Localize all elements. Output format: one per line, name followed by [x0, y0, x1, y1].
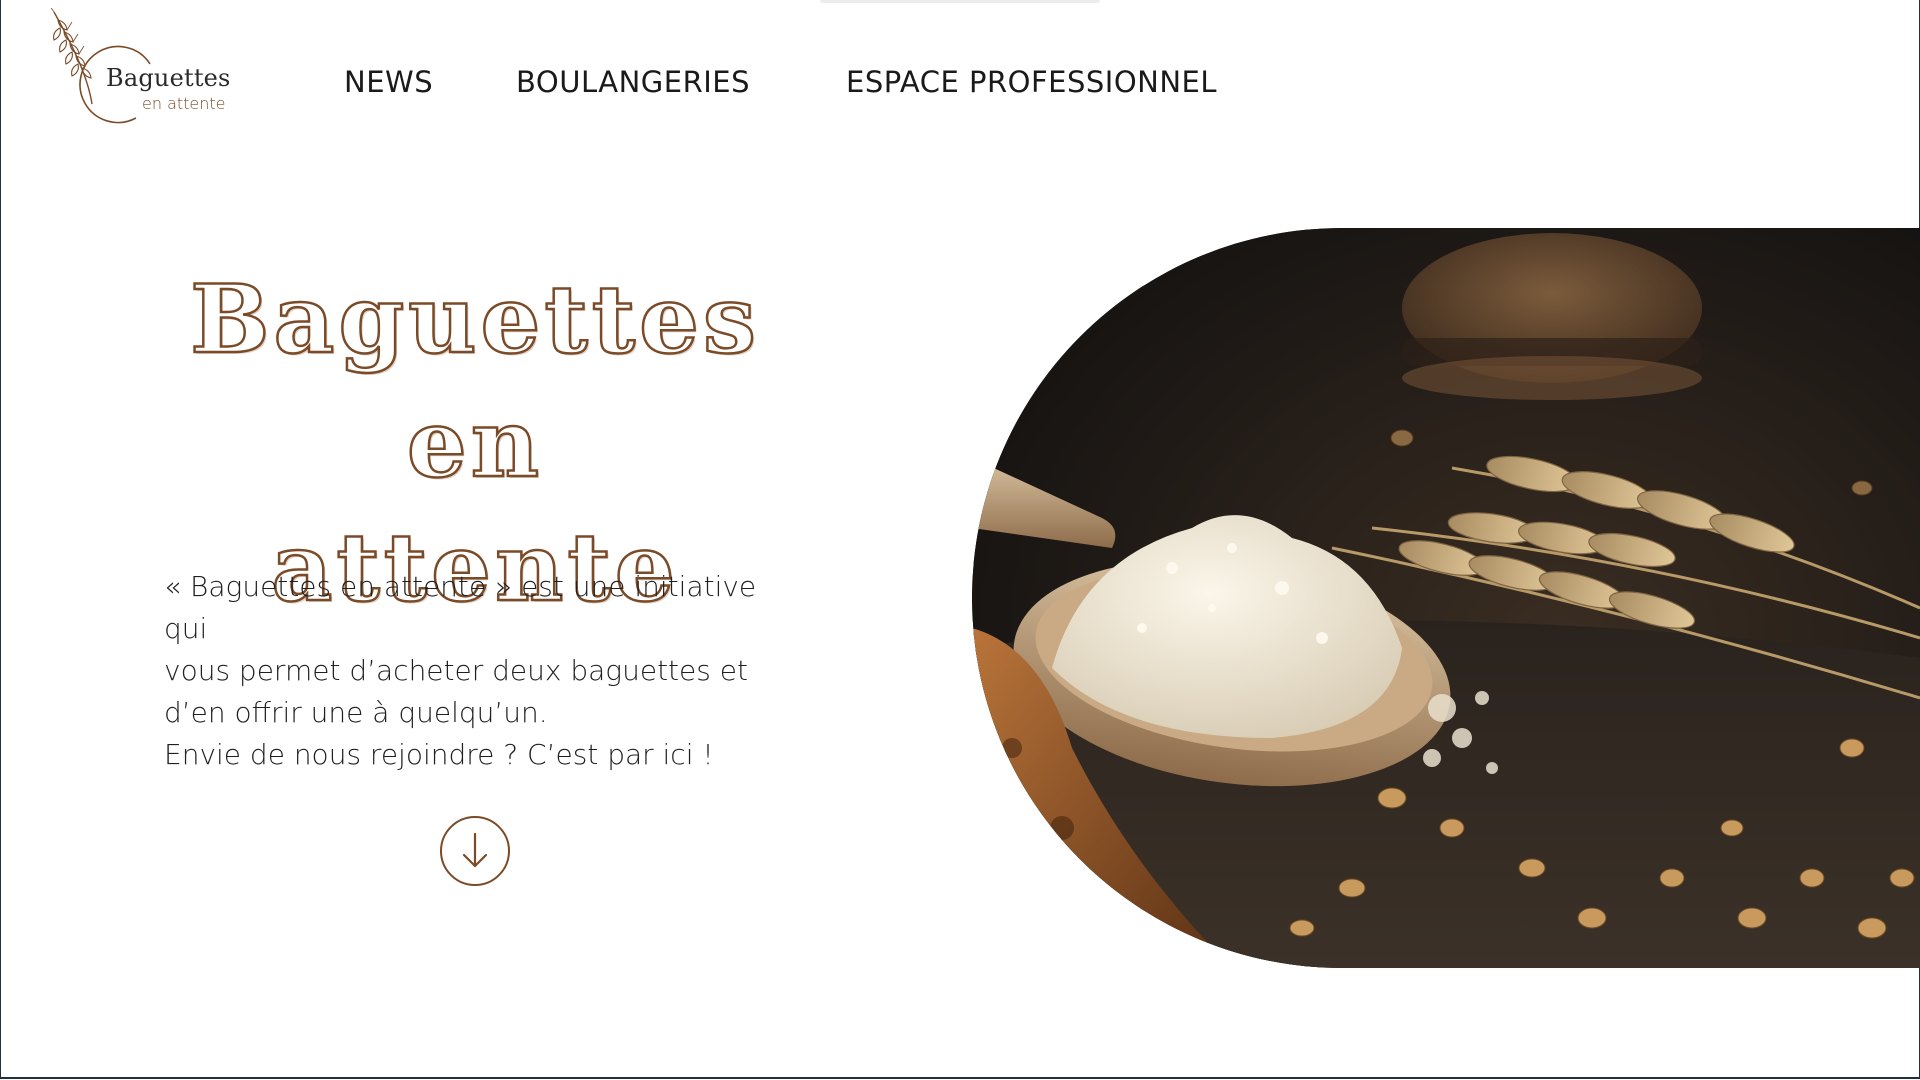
- top-tab-indicator: [820, 0, 1100, 3]
- hero-photo: [972, 228, 1920, 968]
- logo-title: Baguettes: [106, 64, 231, 92]
- intro-line-1: « Baguettes en attente » est une initiat…: [164, 570, 757, 645]
- hero-title-line1: Baguettes en: [189, 264, 760, 501]
- intro-line-2: vous permet d’acheter deux baguettes et: [164, 654, 748, 687]
- intro-line-3: d’en offrir une à quelqu’un.: [164, 696, 548, 729]
- arrow-down-icon: [462, 832, 488, 868]
- nav-item-espace-professionnel[interactable]: ESPACE PROFESSIONNEL: [846, 64, 1217, 100]
- site-logo[interactable]: Baguettes en attente: [48, 8, 238, 130]
- nav-item-boulangeries[interactable]: BOULANGERIES: [516, 64, 750, 100]
- nav-item-news[interactable]: NEWS: [344, 64, 433, 100]
- scroll-down-button[interactable]: [440, 816, 510, 886]
- join-cta-text: Envie de nous rejoindre ? C’est par ici …: [164, 738, 714, 771]
- hero-intro: « Baguettes en attente » est une initiat…: [164, 566, 804, 734]
- logo-subtitle: en attente: [142, 94, 226, 113]
